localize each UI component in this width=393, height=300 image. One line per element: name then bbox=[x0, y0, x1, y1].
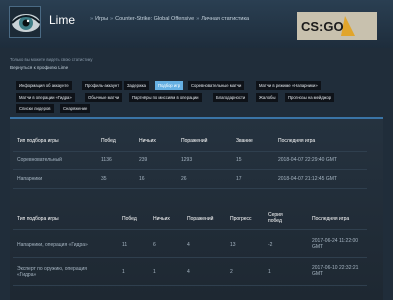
table1-row2-wins: 35 bbox=[101, 176, 107, 182]
tab-reports[interactable]: Жалобы bbox=[256, 93, 279, 102]
csgo-logo-graphic: CS:GO bbox=[297, 12, 377, 40]
table1-header-ties: Ничьих bbox=[139, 138, 156, 144]
table2-row2-losses: 4 bbox=[187, 269, 190, 275]
tab-commendations[interactable]: Благодарности bbox=[213, 93, 249, 102]
table1-row2-losses: 26 bbox=[181, 176, 187, 182]
tab-leaderboards[interactable]: Списки лидеров bbox=[16, 104, 54, 113]
breadcrumb-current: Личная статистика bbox=[201, 16, 250, 22]
table1-header-wins: Побед bbox=[101, 138, 116, 144]
csgo-logo: CS:GO bbox=[297, 12, 377, 40]
tab-matchmaking[interactable]: Подбор игр bbox=[155, 81, 184, 90]
table-row-divider bbox=[13, 229, 367, 230]
table2-header-last-game: Последняя игра bbox=[312, 216, 350, 222]
table2-header-ties: Ничьих bbox=[153, 216, 170, 222]
table2-row1-ties: 6 bbox=[153, 242, 156, 248]
table1-row2-ties: 16 bbox=[139, 176, 145, 182]
table-row-divider bbox=[13, 169, 367, 170]
tab-profile-account[interactable]: Профиль-аккаунт bbox=[82, 81, 123, 90]
table1-row2-last-game: 2018-04-07 21:12:45 GMT bbox=[278, 176, 337, 182]
table1-row2-type: Напарники bbox=[17, 176, 43, 182]
table2-header-progress: Прогресс bbox=[230, 216, 252, 222]
tab-major-pickem[interactable]: Прогнозы на мейджор bbox=[285, 93, 335, 102]
tab-latency[interactable]: Задержка bbox=[124, 81, 150, 90]
table1-row1-wins: 1136 bbox=[101, 157, 112, 163]
tab-wingman[interactable]: Матчи в режиме «Напарники» bbox=[256, 81, 321, 90]
table1-row1-losses: 1293 bbox=[181, 157, 193, 163]
breadcrumb-games[interactable]: Игры bbox=[95, 16, 108, 22]
table2-row1-progress: 13 bbox=[230, 242, 236, 248]
tab-hydra-matches[interactable]: Матчи в операции «Гидра» bbox=[16, 93, 75, 102]
table2-row1-losses: 4 bbox=[187, 242, 190, 248]
table1-header-losses: Поражений bbox=[181, 138, 208, 144]
table1-row1-type: Соревновательный bbox=[17, 157, 62, 163]
table2-row2-progress: 2 bbox=[230, 269, 233, 275]
breadcrumb-game[interactable]: Counter-Strike: Global Offensive bbox=[115, 16, 194, 22]
table2-row1-type: Напарники, операция «Гидра» bbox=[17, 242, 88, 248]
back-to-profile-link[interactable]: Вернуться к профилю Lime bbox=[10, 65, 68, 70]
avatar[interactable] bbox=[9, 6, 41, 38]
table1-header-rank: Звание bbox=[236, 138, 253, 144]
breadcrumb: » Игры» Counter-Strike: Global Offensive» Л… bbox=[88, 16, 249, 22]
table1-row1-rank: 15 bbox=[236, 157, 242, 163]
table2-row2-ties: 1 bbox=[153, 269, 156, 275]
table1-header-type: Тип подбора игры bbox=[17, 138, 59, 144]
tab-casual[interactable]: Обычные матчи bbox=[85, 93, 123, 102]
table2-row2-wins: 1 bbox=[122, 269, 125, 275]
privacy-note: Только вы можете видеть свою статистику bbox=[10, 57, 93, 62]
table2-header-wins: Побед bbox=[122, 216, 137, 222]
table-row-divider bbox=[13, 188, 367, 189]
breadcrumb-separator: » bbox=[196, 16, 200, 22]
table2-row2-type: Эксперт по оружию, операция «Гидра» bbox=[17, 266, 87, 278]
profile-name[interactable]: Lime bbox=[49, 13, 75, 27]
table2-row2-last-game: 2017-06-10 22:32:21 GMT bbox=[312, 265, 359, 277]
table2-header-type: Тип подбора игры bbox=[17, 216, 59, 222]
table2-row1-last-game: 2017-06-24 11:22:00 GMT bbox=[312, 238, 359, 250]
table2-header-streak: Серия побед bbox=[268, 212, 283, 224]
table2-header-losses: Поражений bbox=[187, 216, 214, 222]
table1-header-last-game: Последняя игра bbox=[278, 138, 316, 144]
table-row-divider bbox=[13, 285, 367, 286]
breadcrumb-separator: » bbox=[110, 16, 114, 22]
profile-header: Lime » Игры» Counter-Strike: Global Offens… bbox=[0, 0, 393, 48]
tab-account-info[interactable]: Информация об аккаунте bbox=[16, 81, 72, 90]
table-row-divider bbox=[13, 257, 367, 258]
csgo-logo-text: CS:GO bbox=[301, 19, 344, 34]
tab-competitive[interactable]: Соревновательные матчи bbox=[188, 81, 245, 90]
table2-row2-streak: 1 bbox=[268, 269, 271, 275]
table-row-divider bbox=[13, 151, 367, 152]
table2-row1-wins: 11 bbox=[122, 242, 128, 248]
table1-row2-rank: 17 bbox=[236, 176, 242, 182]
avatar-eye-image bbox=[10, 7, 40, 37]
table1-row1-last-game: 2018-04-07 22:29:40 GMT bbox=[278, 157, 337, 163]
breadcrumb-separator: » bbox=[90, 16, 94, 22]
table1-row1-ties: 239 bbox=[139, 157, 148, 163]
tab-loadout[interactable]: Снаряжение bbox=[60, 104, 91, 113]
table2-row1-streak: -2 bbox=[268, 242, 273, 248]
tab-mission-partners[interactable]: Партнёры по миссиям в операции bbox=[129, 93, 202, 102]
